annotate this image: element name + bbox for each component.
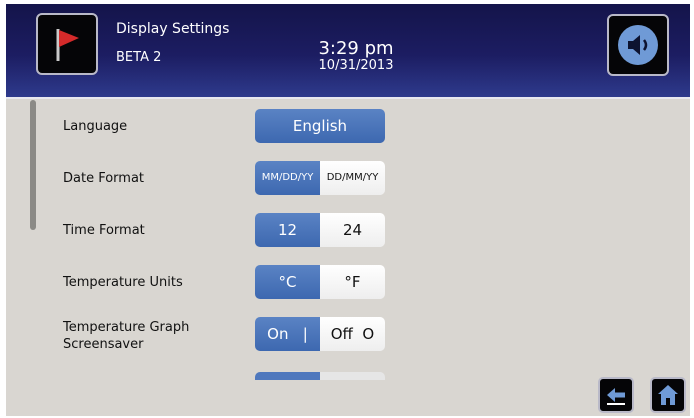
temperature-units-toggle: °C °F (255, 265, 385, 299)
date-format-option-mmddyy[interactable]: MM/DD/YY (255, 161, 320, 195)
temperature-unit-fahrenheit[interactable]: °F (320, 265, 385, 299)
device-name: BETA 2 (116, 50, 162, 65)
screensaver-option-on[interactable]: On | (255, 317, 320, 351)
next-setting-option-right[interactable] (320, 372, 385, 380)
scrollbar[interactable] (30, 100, 36, 230)
flag-icon (56, 29, 79, 61)
screensaver-option-off[interactable]: Off O (320, 317, 385, 351)
next-setting-option-left[interactable] (255, 372, 320, 380)
clock-time: 3:29 pm (318, 38, 394, 59)
time-format-option-12[interactable]: 12 (255, 213, 320, 247)
date-format-toggle: MM/DD/YY DD/MM/YY (255, 161, 385, 195)
back-button[interactable] (598, 377, 634, 413)
temperature-unit-celsius[interactable]: °C (255, 265, 320, 299)
sound-button[interactable] (607, 14, 669, 76)
page-title: Display Settings (116, 21, 230, 37)
flag-button[interactable] (36, 13, 98, 75)
screensaver-toggle: On | Off O (255, 317, 385, 351)
language-button[interactable]: English (255, 109, 385, 143)
header-bar: Display Settings BETA 2 3:29 pm 10/31/20… (6, 4, 690, 97)
clock-date: 10/31/2013 (318, 58, 394, 73)
time-format-label: Time Format (63, 223, 145, 238)
date-format-label: Date Format (63, 171, 145, 186)
time-format-option-24[interactable]: 24 (320, 213, 385, 247)
temperature-units-label: Temperature Units (63, 275, 183, 290)
date-format-option-ddmmyy[interactable]: DD/MM/YY (320, 161, 385, 195)
language-label: Language (63, 119, 128, 134)
home-icon (658, 385, 678, 405)
time-format-toggle: 12 24 (255, 213, 385, 247)
speaker-icon (618, 25, 658, 65)
home-button[interactable] (650, 377, 686, 413)
next-setting-toggle-partial[interactable] (255, 372, 385, 380)
header-divider (6, 97, 690, 99)
screen: Display Settings BETA 2 3:29 pm 10/31/20… (6, 4, 690, 416)
back-arrow-icon (607, 388, 625, 405)
screensaver-label: Temperature Graph Screensaver (63, 320, 190, 352)
